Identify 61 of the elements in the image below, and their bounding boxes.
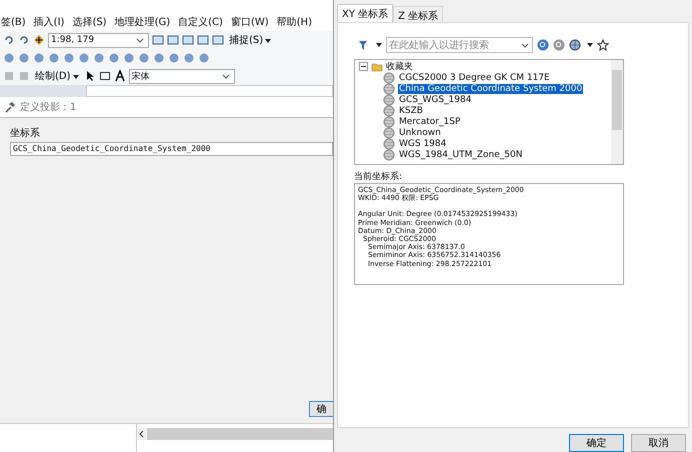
globe-icon: [383, 148, 395, 160]
rectangle-icon[interactable]: [98, 70, 111, 82]
globe-icon: [383, 72, 395, 84]
snapping-menu[interactable]: 捕捉(S): [227, 33, 274, 47]
search-icon[interactable]: [537, 39, 549, 51]
globe-icon: [383, 138, 395, 150]
chevron-icon[interactable]: [136, 38, 144, 42]
search-field[interactable]: 在此处输入以进行搜索: [386, 37, 533, 53]
caret-icon[interactable]: [72, 75, 79, 79]
undo-icon[interactable]: [3, 34, 15, 46]
chevron-left-icon[interactable]: [137, 428, 147, 440]
field-label: 坐标系: [10, 126, 41, 140]
hammer-icon: [4, 101, 16, 113]
tree-item[interactable]: KSZB: [398, 106, 424, 116]
caret-icon[interactable]: [587, 43, 593, 47]
filter-icon[interactable]: [358, 39, 370, 51]
tree-item[interactable]: Mercator_1SP: [398, 116, 462, 126]
caret-icon[interactable]: [265, 39, 272, 43]
tree-item[interactable]: 收藏夹: [386, 60, 413, 73]
tree-item[interactable]: China Geodetic Coordinate System 2000: [398, 84, 584, 94]
collapse-icon[interactable]: [359, 62, 368, 71]
globe-icon: [383, 126, 395, 138]
caret-icon[interactable]: [376, 43, 382, 47]
tree-item[interactable]: WGS 1984: [398, 138, 448, 148]
menu-item[interactable]: 地理处理(G): [114, 14, 170, 28]
menu-item[interactable]: 选择(S): [72, 14, 107, 28]
tab[interactable]: XY 坐标系: [337, 4, 394, 22]
ok-button[interactable]: 确定: [569, 434, 624, 452]
tree-item[interactable]: Unknown: [398, 128, 442, 138]
star-icon[interactable]: [597, 39, 609, 51]
globe-icon: [383, 116, 395, 128]
chevron-icon[interactable]: [521, 42, 529, 48]
globe-icon: [383, 94, 395, 106]
redo-icon[interactable]: [18, 34, 30, 46]
input-field[interactable]: [86, 85, 333, 97]
globe-icon: [383, 104, 395, 116]
ok-button[interactable]: 确: [309, 401, 333, 417]
draw-menu[interactable]: 绘制(D): [33, 69, 81, 83]
font-field[interactable]: 宋体: [128, 68, 235, 84]
menu-item[interactable]: 签(B): [1, 14, 26, 28]
add-data-icon[interactable]: [33, 34, 45, 46]
scale-field[interactable]: 1:98, 179: [48, 32, 149, 48]
tool-title: 定义投影：1: [20, 100, 76, 114]
menu-item[interactable]: 插入(I): [34, 14, 64, 28]
menu-item[interactable]: 窗口(W): [230, 14, 269, 28]
scrollbar[interactable]: [137, 428, 333, 440]
chevron-icon[interactable]: [222, 74, 230, 78]
tree-item[interactable]: GCS_WGS_1984: [398, 94, 472, 104]
tree-item[interactable]: WGS_1984_UTM_Zone_50N: [398, 150, 524, 160]
globe-icon[interactable]: [569, 39, 581, 51]
menu-item[interactable]: 自定义(C): [178, 14, 223, 28]
current-label: 当前坐标系:: [354, 170, 404, 183]
menu-item[interactable]: 帮助(H): [276, 14, 312, 28]
folder-icon: [371, 60, 383, 72]
coordinate-system-field[interactable]: GCS_China_Geodetic_Coordinate_System_2000: [10, 142, 333, 156]
search-icon[interactable]: [553, 39, 565, 51]
text-icon[interactable]: [114, 70, 126, 82]
tree-item[interactable]: CGCS2000 3 Degree GK CM 117E: [398, 72, 551, 82]
scrollbar[interactable]: [611, 60, 623, 164]
cancel-button[interactable]: 取消: [631, 434, 686, 452]
globe-icon: [383, 82, 395, 94]
